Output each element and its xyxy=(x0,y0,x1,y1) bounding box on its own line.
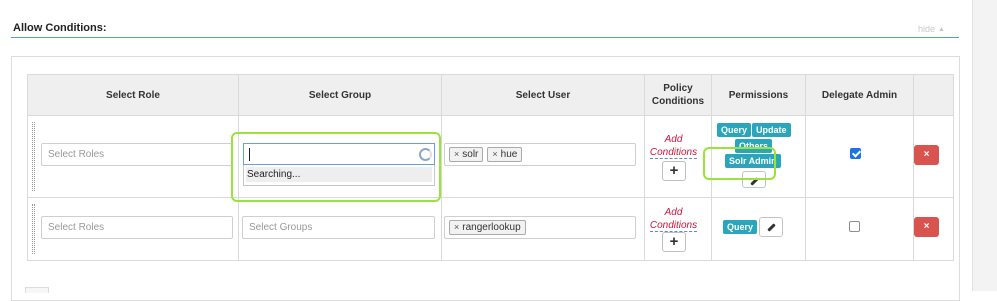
remove-tag-icon[interactable]: × xyxy=(454,222,459,232)
header-policy-line2: Conditions xyxy=(651,96,705,107)
delegate-admin-checkbox[interactable] xyxy=(850,148,861,159)
add-conditions-link[interactable]: Add Conditions xyxy=(645,206,702,232)
add-row-tab[interactable] xyxy=(25,287,49,293)
drag-handle-icon[interactable] xyxy=(32,122,35,191)
header-policy-conditions: Policy Conditions xyxy=(644,74,712,116)
group-highlight-box xyxy=(231,132,441,202)
header-policy-line1: Policy xyxy=(663,83,693,94)
user-tag-label: rangerlookup xyxy=(462,222,521,233)
header-actions xyxy=(913,74,954,116)
header-permissions: Permissions xyxy=(711,74,806,116)
user-tag[interactable]: × hue xyxy=(487,147,523,162)
permission-tag-query[interactable]: Query xyxy=(723,220,758,234)
user-tag[interactable]: × solr xyxy=(449,147,484,162)
section-title: Allow Conditions: xyxy=(13,22,107,34)
header-select-role: Select Role xyxy=(27,74,239,116)
user-tag-label: solr xyxy=(462,149,479,160)
hide-label[interactable]: hide xyxy=(918,24,935,34)
header-select-user: Select User xyxy=(441,74,645,116)
pencil-icon xyxy=(766,223,776,232)
add-conditions-line2[interactable]: Conditions xyxy=(649,147,698,159)
select-roles-input[interactable]: Select Roles xyxy=(41,216,233,239)
user-tag[interactable]: × rangerlookup xyxy=(449,220,526,235)
select-groups-input[interactable]: Select Groups xyxy=(242,216,435,239)
add-condition-button[interactable]: + xyxy=(662,232,686,252)
permissions-highlight-box xyxy=(703,147,776,180)
remove-tag-icon[interactable]: × xyxy=(492,149,497,159)
permission-tag-update[interactable]: Update xyxy=(752,123,791,137)
header-delegate-admin: Delegate Admin xyxy=(805,74,914,116)
delete-row-button[interactable]: × xyxy=(914,145,939,165)
permission-tag-query[interactable]: Query xyxy=(717,123,752,137)
hide-toggle[interactable]: hide ▲ xyxy=(918,24,945,34)
delete-row-button[interactable]: × xyxy=(914,217,939,237)
right-scroll-strip xyxy=(972,0,997,291)
select-users-input[interactable]: × rangerlookup xyxy=(444,216,636,239)
remove-tag-icon[interactable]: × xyxy=(454,149,459,159)
add-conditions-line2[interactable]: Conditions xyxy=(649,220,698,232)
select-users-input[interactable]: × solr × hue xyxy=(444,143,636,166)
edit-permissions-button[interactable] xyxy=(759,217,783,237)
add-conditions-link[interactable]: Add Conditions xyxy=(645,133,702,159)
add-conditions-line1[interactable]: Add xyxy=(665,207,683,218)
select-roles-input[interactable]: Select Roles xyxy=(41,143,233,166)
header-select-group: Select Group xyxy=(238,74,442,116)
add-conditions-line1[interactable]: Add xyxy=(665,134,683,145)
user-tag-label: hue xyxy=(500,149,518,160)
add-condition-button[interactable]: + xyxy=(662,161,686,181)
drag-handle-icon[interactable] xyxy=(32,204,35,254)
delegate-admin-checkbox[interactable] xyxy=(849,221,860,232)
caret-up-icon: ▲ xyxy=(938,26,945,33)
section-divider xyxy=(11,37,959,38)
